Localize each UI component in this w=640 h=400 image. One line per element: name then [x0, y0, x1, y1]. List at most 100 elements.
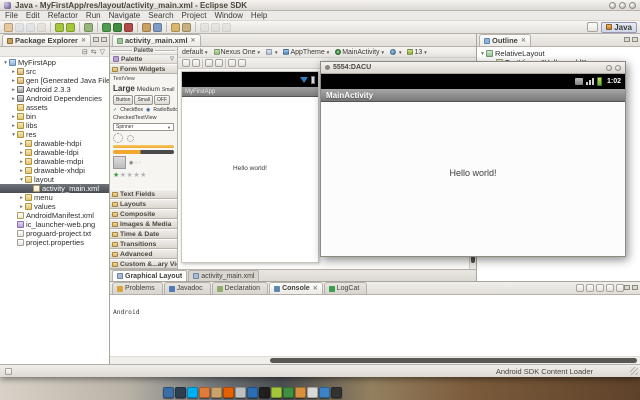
maximize-button[interactable] — [619, 2, 626, 9]
dock-icon-clock-orange[interactable] — [295, 387, 306, 398]
palette-imageview-icon[interactable] — [113, 156, 126, 169]
dock-icon-sphere[interactable] — [283, 387, 294, 398]
open-console-icon[interactable] — [616, 284, 624, 292]
view-menu-icon[interactable]: ▽ — [100, 48, 105, 56]
palette-section-images-media[interactable]: Images & Media — [110, 219, 177, 229]
emulator-title-bar[interactable]: 5554:DACU — [321, 62, 625, 74]
close-editor-icon[interactable]: ✕ — [191, 37, 196, 44]
phone-preview[interactable]: MyFirstApp Hello world! — [181, 71, 319, 263]
link-with-editor-icon[interactable]: ⇆ — [91, 48, 97, 56]
tree-item-drawable-hdpi[interactable]: ▸ drawable-hdpi — [0, 139, 109, 148]
java-perspective-button[interactable]: Java — [601, 22, 637, 33]
config-activity-dropdown[interactable]: MainActivity ▼ — [335, 49, 385, 56]
menu-item[interactable]: Search — [148, 11, 173, 20]
run-external-icon[interactable] — [124, 23, 133, 32]
tree-item-android-233[interactable]: ▸ Android 2.3.3 — [0, 85, 109, 94]
dock-icon-firefox[interactable] — [223, 387, 234, 398]
dock-icon-bluefish[interactable] — [247, 387, 258, 398]
last-edit-location-icon[interactable] — [200, 23, 209, 32]
close-view-icon[interactable]: ✕ — [313, 285, 318, 292]
palette-textview[interactable]: TextView — [113, 76, 174, 82]
config-locale-dropdown[interactable]: ▼ — [390, 49, 402, 55]
scroll-lock-icon[interactable] — [586, 284, 594, 292]
tab-outline[interactable]: Outline ✕ — [479, 34, 531, 46]
tree-item-bin[interactable]: ▸ bin — [0, 112, 109, 121]
dock-icon-files[interactable] — [235, 387, 246, 398]
tree-item-values[interactable]: ▸ values — [0, 202, 109, 211]
expand-canvas-icon[interactable] — [228, 59, 236, 67]
title-bar[interactable]: Java - MyFirstApp/res/layout/activity_ma… — [0, 0, 640, 11]
dock-icon-anchor[interactable] — [163, 387, 174, 398]
tab-logcat[interactable]: LogCat — [324, 282, 368, 294]
palette-checkbox[interactable]: CheckBox — [120, 107, 143, 113]
expand-arrow-icon[interactable]: ▸ — [18, 159, 25, 165]
palette-textview-large[interactable]: Large — [113, 84, 135, 93]
tree-item-assets[interactable]: assets — [0, 103, 109, 112]
expand-arrow-icon[interactable]: ▸ — [10, 69, 17, 75]
new-class-icon[interactable] — [153, 23, 162, 32]
minimize-button[interactable] — [609, 2, 616, 9]
outline-item-relativelayout[interactable]: ▾ RelativeLayout — [477, 49, 640, 58]
palette-section-time-date[interactable]: Time & Date — [110, 229, 177, 239]
tree-item-src[interactable]: ▸ src — [0, 67, 109, 76]
preview-hello-text[interactable]: Hello world! — [233, 165, 267, 262]
new-wizard-icon[interactable] — [4, 23, 13, 32]
android-app-content[interactable]: Hello world! — [321, 102, 625, 256]
menu-item[interactable]: Refactor — [48, 11, 78, 20]
expand-arrow-icon[interactable]: ▾ — [10, 132, 17, 138]
palette-section-form-widgets[interactable]: Form Widgets — [110, 64, 177, 74]
tab-console[interactable]: Console ✕ — [269, 282, 323, 294]
minimize-view-icon[interactable] — [624, 37, 630, 42]
palette-textview-medium[interactable]: Medium — [137, 86, 160, 93]
zoom-100-icon[interactable] — [192, 59, 200, 67]
tree-item-androidmanifest[interactable]: AndroidManifest.xml — [0, 211, 109, 220]
tree-item-res[interactable]: ▾ res — [0, 130, 109, 139]
run-icon[interactable] — [102, 23, 111, 32]
minimize-view-icon[interactable] — [93, 37, 99, 42]
config-theme-dropdown[interactable]: AppTheme ▼ — [283, 49, 330, 56]
android-sdk-manager-icon[interactable] — [55, 23, 64, 32]
menu-item[interactable]: Project — [182, 11, 207, 20]
tree-item-activity-main-xml[interactable]: activity_main.xml — [0, 184, 109, 193]
palette-radiobutton[interactable]: RadioButton — [153, 107, 177, 113]
tab-javadoc[interactable]: Javadoc — [164, 282, 211, 294]
palette-button[interactable]: Button — [113, 95, 133, 105]
close-button[interactable] — [629, 2, 636, 9]
resize-grip-icon[interactable] — [630, 367, 638, 375]
palette-textview-small[interactable]: Small — [162, 87, 175, 93]
expand-arrow-icon[interactable]: ▾ — [18, 177, 25, 183]
palette-progressbar-horizontal-icon[interactable] — [113, 145, 174, 148]
save-all-icon[interactable] — [26, 23, 35, 32]
dock-icon-software-center[interactable] — [199, 387, 210, 398]
expand-arrow-icon[interactable]: ▸ — [18, 195, 25, 201]
maximize-view-icon[interactable] — [632, 285, 638, 290]
pin-console-icon[interactable] — [596, 284, 604, 292]
menu-item[interactable]: Window — [214, 11, 242, 20]
palette-section-text-fields[interactable]: Text Fields — [110, 189, 177, 199]
config-orientation-dropdown[interactable]: ▼ — [266, 49, 278, 55]
dock-icon-display[interactable] — [319, 387, 330, 398]
tree-item-project-properties[interactable]: project.properties — [0, 238, 109, 247]
minimize-view-icon[interactable] — [624, 285, 630, 290]
config-configuration-dropdown[interactable]: default ▼ — [182, 49, 209, 56]
tree-item-menu[interactable]: ▸ menu — [0, 193, 109, 202]
expand-arrow-icon[interactable]: ▸ — [18, 150, 25, 156]
expand-arrow-icon[interactable]: ▾ — [2, 60, 9, 66]
tab-activity-main-xml[interactable]: activity_main.xml ✕ — [112, 34, 201, 46]
close-button[interactable] — [615, 65, 621, 71]
back-icon[interactable] — [211, 23, 220, 32]
display-console-icon[interactable] — [606, 284, 614, 292]
config-api-level-dropdown[interactable]: 13 ▼ — [407, 49, 427, 56]
tree-item-android-dependencies[interactable]: ▸ Android Dependencies — [0, 94, 109, 103]
tree-item-libs[interactable]: ▸ libs — [0, 121, 109, 130]
expand-arrow-icon[interactable]: ▸ — [10, 114, 17, 120]
dock-icon-workspaces[interactable] — [331, 387, 342, 398]
menu-item[interactable]: Navigate — [109, 11, 141, 20]
palette-section-custom-library-views[interactable]: Custom &...ary Views — [110, 259, 177, 269]
palette-radiogroup-icon[interactable]: ◉◌◌ — [129, 160, 142, 166]
expand-arrow-icon[interactable]: ▸ — [10, 96, 17, 102]
menu-item[interactable]: Edit — [26, 11, 40, 20]
palette-section-composite[interactable]: Composite — [110, 209, 177, 219]
search-icon[interactable] — [182, 23, 191, 32]
tab-problems[interactable]: Problems — [112, 282, 163, 294]
